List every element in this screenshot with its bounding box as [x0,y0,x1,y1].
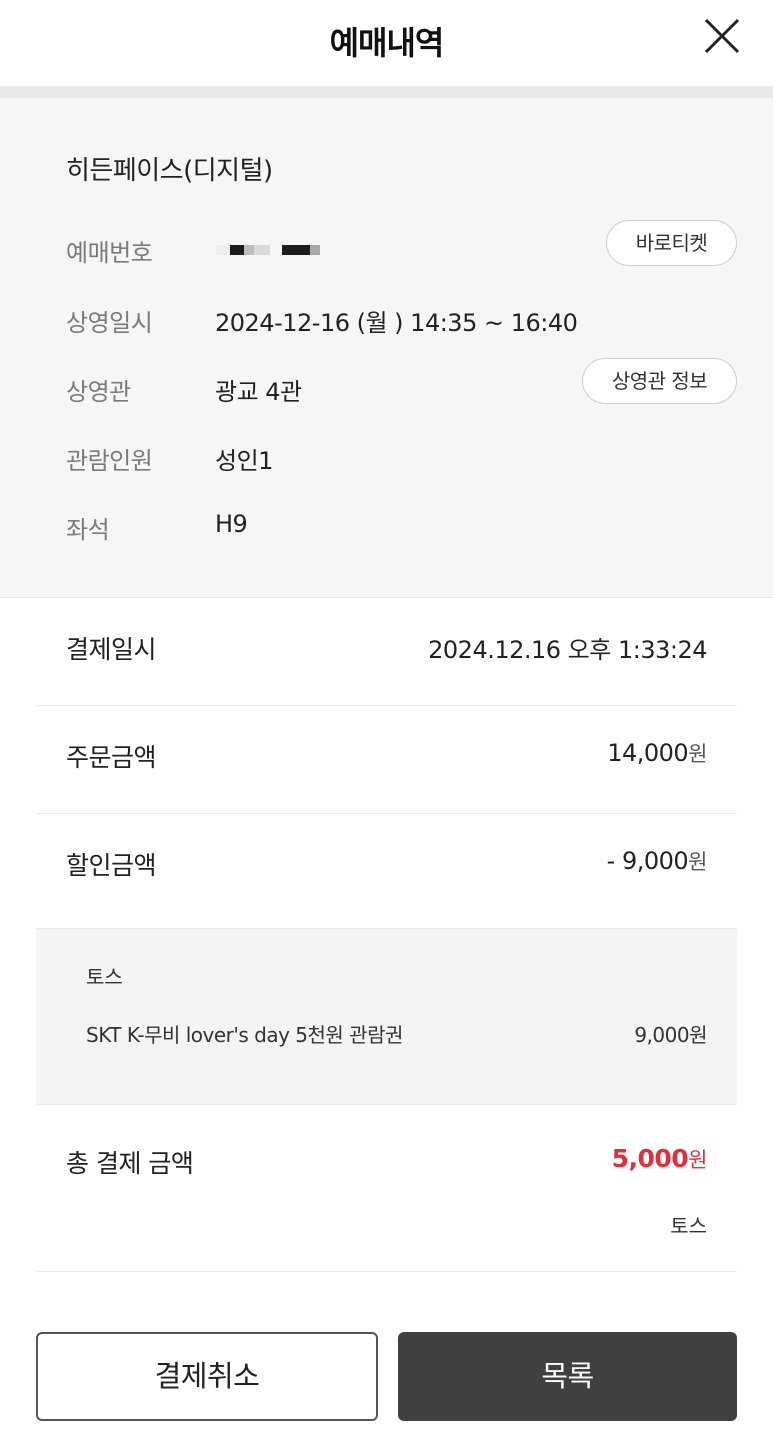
showtime-row: 상영일시 2024-12-16 (월 ) 14:35 ~ 16:40 [66,303,746,343]
order-amount-value: 14,000원 [607,738,707,768]
seat-value: H9 [215,510,248,538]
order-amount-label: 주문금액 [66,743,157,772]
theater-value: 광교 4관 [215,378,302,406]
discount-amount-value: - 9,000원 [606,846,708,876]
audience-label: 관람인원 [66,447,153,475]
payment-date-label: 결제일시 [66,635,157,664]
payment-date-value: 2024.12.16 오후 1:33:24 [428,636,707,664]
payment-method: 토스 [670,1214,707,1238]
showtime-label: 상영일시 [66,309,153,337]
theater-info-button[interactable]: 상영관 정보 [582,358,737,404]
discount-item-amount: 9,000원 [634,1023,707,1047]
seat-row: 좌석 H9 [66,510,746,550]
discount-amount-number: - 9,000 [606,847,689,875]
discount-item-name: SKT K-무비 lover's day 5천원 관람권 [86,1023,403,1047]
total-payment-number: 5,000 [611,1144,689,1173]
seat-label: 좌석 [66,516,110,544]
theater-label: 상영관 [66,378,131,406]
total-payment-row: 총 결제 금액 5,000원 토스 [36,1106,737,1272]
audience-row: 관람인원 성인1 [66,441,746,481]
header: 예매내역 [0,0,773,86]
cancel-payment-button[interactable]: 결제취소 [36,1332,378,1421]
audience-value: 성인1 [215,447,273,475]
payment-date-row: 결제일시 2024.12.16 오후 1:33:24 [36,598,737,706]
discount-detail-box: 토스 SKT K-무비 lover's day 5천원 관람권 9,000원 [36,928,737,1105]
discount-amount-label: 할인금액 [66,851,157,880]
movie-title: 히든페이스(디지털) [66,156,273,186]
close-button[interactable] [700,14,744,58]
list-button[interactable]: 목록 [398,1332,737,1421]
booking-number-label: 예매번호 [66,239,153,267]
header-divider [0,86,773,98]
direct-ticket-button[interactable]: 바로티켓 [606,220,737,266]
showtime-value: 2024-12-16 (월 ) 14:35 ~ 16:40 [215,309,578,337]
order-amount-row: 주문금액 14,000원 [36,706,737,814]
close-icon [704,18,740,54]
booking-number-masked-value [216,239,326,259]
discount-amount-row: 할인금액 - 9,000원 [36,814,737,928]
total-payment-unit: 원 [688,1148,707,1172]
order-amount-number: 14,000 [607,739,689,767]
order-amount-unit: 원 [688,742,707,766]
page-title: 예매내역 [329,24,445,62]
booking-info-panel: 히든페이스(디지털) 예매번호 바로티켓 상영일시 2024-12-16 (월 … [0,98,773,598]
total-payment-value: 5,000원 [611,1144,708,1174]
discount-provider: 토스 [86,965,123,989]
total-payment-label: 총 결제 금액 [66,1149,194,1178]
discount-amount-unit: 원 [688,850,707,874]
